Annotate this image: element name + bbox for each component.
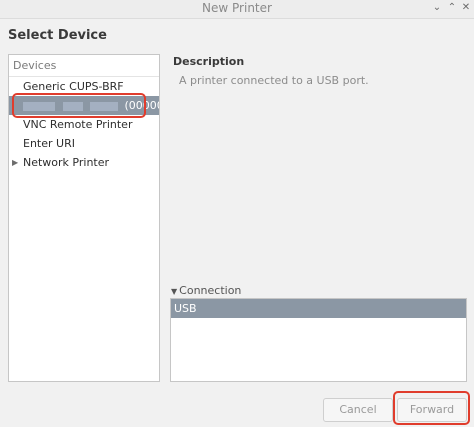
- expander-arrow-icon[interactable]: ▶: [12, 153, 18, 172]
- close-icon[interactable]: ✕: [459, 1, 473, 15]
- device-item-label: VNC Remote Printer: [23, 118, 133, 131]
- connection-item-label: USB: [174, 302, 197, 315]
- device-item-label: Generic CUPS-BRF: [23, 80, 124, 93]
- cancel-button[interactable]: Cancel: [323, 398, 393, 422]
- chevron-up-icon[interactable]: ⌃: [445, 1, 459, 15]
- device-item-label: Enter URI: [23, 137, 75, 150]
- chevron-down-icon[interactable]: ⌄: [430, 1, 444, 15]
- description-label: Description: [173, 55, 245, 68]
- title-bar: New Printer ⌄ ⌃ ✕: [0, 0, 474, 19]
- page-title: Select Device: [8, 28, 107, 43]
- connection-expander[interactable]: ▼ Connection: [171, 284, 241, 297]
- devices-header: Devices: [9, 55, 159, 77]
- forward-highlight-annotation: [393, 391, 470, 425]
- device-item-network-printer[interactable]: ▶ Network Printer: [9, 153, 159, 172]
- device-item-enter-uri[interactable]: Enter URI: [9, 134, 159, 153]
- window-title: New Printer: [202, 1, 272, 15]
- selection-highlight-annotation: [12, 93, 146, 118]
- connection-list[interactable]: USB: [170, 298, 467, 382]
- connection-label: Connection: [179, 284, 242, 297]
- device-item-label: Network Printer: [23, 156, 110, 169]
- triangle-down-icon: ▼: [171, 287, 178, 296]
- connection-item-usb[interactable]: USB: [171, 299, 466, 318]
- description-text: A printer connected to a USB port.: [179, 74, 369, 87]
